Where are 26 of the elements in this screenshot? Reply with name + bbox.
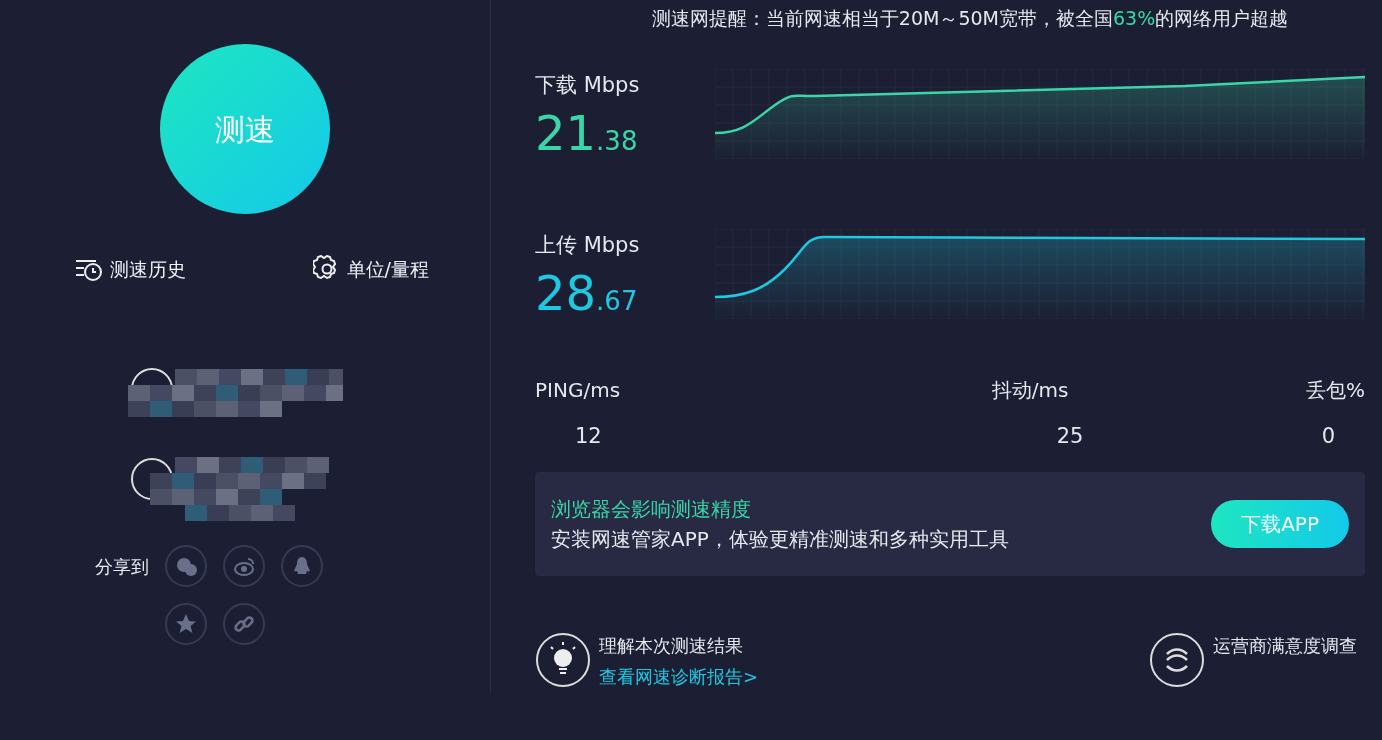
share-button[interactable] (223, 602, 265, 645)
download-label: 下载 Mbps (535, 71, 641, 99)
stat-value: 12 (574, 422, 602, 450)
stat-label: PING/ms (535, 376, 621, 404)
footer-title: 运营商满意度调查 (1213, 634, 1357, 658)
settings-button[interactable]: 单位/量程 (306, 254, 435, 285)
banner-text: 安装网速管家APP，体验更精准测速和多种实用工具 (551, 526, 1009, 553)
stat-value: 0 (1321, 422, 1336, 450)
stat-label: 丢包% (1306, 376, 1365, 404)
notice-text: 测速网提醒：当前网速相当于20M～50M宽带，被全国63%的网络用户超越 (650, 6, 1290, 31)
upload-speed: 28.67 (535, 269, 639, 318)
history-button[interactable]: 测速历史 (68, 254, 192, 285)
operator-logo-icon (1149, 632, 1205, 688)
download-speed: 21.38 (535, 109, 639, 158)
share-button[interactable] (165, 602, 207, 645)
stat-value: 25 (1055, 422, 1084, 450)
share-label: 分享到 (95, 554, 149, 579)
stat-label: 抖动/ms (991, 376, 1069, 404)
footer-title: 理解本次测速结果 (599, 634, 744, 658)
report-link[interactable]: 查看网速诊断报告> (599, 663, 759, 690)
share-button[interactable] (281, 544, 323, 587)
lightbulb-icon (535, 632, 591, 688)
upload-label: 上传 Mbps (535, 231, 641, 259)
share-button[interactable] (165, 544, 207, 587)
banner-title: 浏览器会影响测速精度 (551, 496, 752, 523)
share-button[interactable] (223, 544, 265, 587)
